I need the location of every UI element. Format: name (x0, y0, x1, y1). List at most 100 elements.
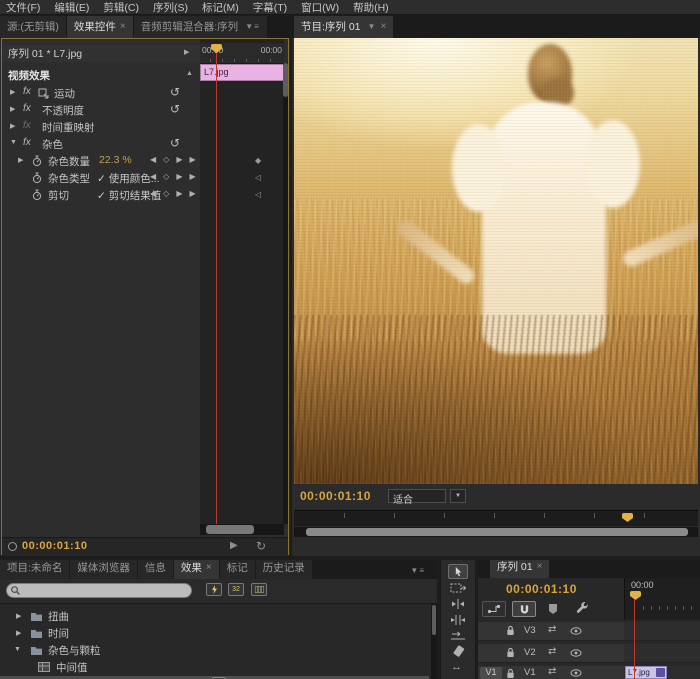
add-keyframe-button[interactable]: ◇ (163, 172, 169, 181)
next-keyframe-button[interactable]: ▶ (189, 155, 195, 164)
expander-icon[interactable]: ▼ (10, 139, 17, 146)
track-area-v1[interactable]: L7.jpg (624, 666, 700, 679)
marker-button[interactable] (548, 603, 558, 615)
loop-button[interactable]: ↻ (256, 539, 266, 553)
tab-info[interactable]: 信息 (138, 560, 173, 579)
panel-menu-icon[interactable]: ▼≡ (410, 566, 425, 575)
next-keyframe-button[interactable]: ▶ (189, 172, 195, 181)
keyframe-start-icon[interactable]: ◁ (255, 190, 261, 199)
nest-toggle-button[interactable] (482, 601, 506, 617)
badge-32bit[interactable]: 32 (228, 583, 244, 596)
reset-button[interactable]: ↺ (170, 85, 180, 99)
tool-track-select[interactable] (450, 582, 466, 594)
menu-sequence[interactable]: 序列(S) (153, 0, 188, 15)
tab-history[interactable]: 历史记录 (256, 560, 312, 579)
fit-dropdown-arrow[interactable]: ▼ (450, 489, 466, 503)
sync-lock-icon[interactable]: ⇄ (548, 624, 556, 635)
timeline-settings-button[interactable] (576, 602, 589, 615)
fit-dropdown[interactable]: 适合 (388, 489, 446, 503)
menu-help[interactable]: 帮助(H) (353, 0, 389, 15)
fx-badge[interactable]: fx (23, 86, 31, 97)
close-icon[interactable]: × (206, 562, 212, 573)
tool-slip[interactable]: ↔ (451, 661, 462, 673)
effect-row-opacity[interactable]: ▶ fx 不透明度 ↺ (2, 102, 200, 119)
tree-folder-noise-grain[interactable]: ▼ 杂色与颗粒 (0, 642, 429, 659)
sync-lock-icon[interactable]: ⇄ (548, 666, 556, 677)
tab-source-monitor[interactable]: 源:(无剪辑) (0, 16, 66, 38)
next-keyframe-button[interactable]: ▶ (176, 172, 182, 181)
prev-keyframe-button[interactable]: ◀ (150, 189, 156, 198)
expander-icon[interactable]: ▶ (18, 156, 23, 164)
menu-file[interactable]: 文件(F) (6, 0, 40, 15)
param-row-noise-type[interactable]: 杂色类型 ✓ 使用颜色... ◀ ◇ ▶ ▶ (2, 170, 200, 187)
tool-selection[interactable] (448, 564, 468, 579)
track-area-v3[interactable] (624, 622, 700, 641)
ec-clip-bar[interactable]: L7.jpg (200, 64, 284, 81)
program-ruler[interactable] (294, 510, 698, 526)
timeline-ruler[interactable]: 00:00 (624, 578, 700, 620)
effect-row-noise[interactable]: ▼ fx 杂色 ↺ (2, 136, 200, 153)
stopwatch-icon[interactable] (32, 189, 42, 201)
tab-media-browser[interactable]: 媒体浏览器 (70, 560, 137, 579)
clip-l7jpg[interactable]: L7.jpg (625, 666, 667, 679)
snap-button[interactable] (512, 601, 536, 617)
add-keyframe-button[interactable]: ◇ (163, 189, 169, 198)
lock-icon[interactable] (506, 647, 515, 658)
reset-button[interactable]: ↺ (170, 102, 180, 116)
close-icon[interactable]: × (537, 561, 543, 572)
tab-effects[interactable]: 效果× (174, 560, 219, 579)
keyframe-start-icon[interactable]: ◁ (255, 173, 261, 182)
accelerated-effects-badge[interactable] (206, 583, 222, 596)
program-video-frame[interactable] (294, 38, 698, 484)
effects-vscrollbar[interactable] (431, 603, 437, 679)
next-keyframe-button[interactable]: ▶ (189, 189, 195, 198)
fx-badge[interactable]: fx (23, 103, 31, 114)
close-icon[interactable]: × (380, 21, 386, 32)
play-button[interactable]: ▶ (230, 540, 238, 551)
expander-icon[interactable]: ▼ (14, 646, 21, 653)
stopwatch-icon[interactable] (32, 172, 42, 184)
track-name[interactable]: V1 (524, 667, 536, 678)
stopwatch-icon[interactable] (32, 155, 42, 167)
eye-icon[interactable] (570, 669, 582, 677)
timeline-playhead-line[interactable] (634, 600, 635, 679)
param-value[interactable]: 22.3 % (99, 154, 132, 166)
tree-folder-time[interactable]: ▶ 时间 (0, 625, 429, 642)
program-hscrollbar[interactable] (294, 527, 698, 537)
expander-icon[interactable]: ▶ (16, 629, 21, 637)
tab-markers[interactable]: 标记 (220, 560, 255, 579)
tab-dropdown-icon[interactable]: ▼ (368, 22, 377, 31)
tool-rate-stretch[interactable] (450, 630, 466, 642)
menu-title[interactable]: 字幕(T) (253, 0, 287, 15)
effect-row-time-remap[interactable]: ▶ fx 时间重映射 (2, 119, 200, 136)
menu-clip[interactable]: 剪辑(C) (103, 0, 139, 15)
tab-project[interactable]: 项目:未命名 (0, 560, 69, 579)
lock-icon[interactable] (506, 625, 515, 636)
ec-hscrollbar[interactable] (200, 524, 284, 535)
next-keyframe-button[interactable]: ▶ (176, 155, 182, 164)
lock-icon[interactable] (506, 668, 515, 679)
prev-keyframe-button[interactable]: ◀ (150, 172, 156, 181)
ec-mini-timeline[interactable]: 00:00 00:00 L7.jpg ◆ ◁ ◁ (200, 39, 284, 524)
expander-icon[interactable]: ▶ (10, 88, 15, 96)
tab-effect-controls[interactable]: 效果控件× (67, 16, 133, 38)
tab-audio-mixer[interactable]: 音频剪辑混合器:序列▼≡ (134, 16, 267, 38)
add-keyframe-button[interactable]: ◇ (163, 155, 169, 164)
keyframe-diamond-icon[interactable]: ◆ (255, 156, 261, 165)
collapse-icon[interactable]: ▲ (186, 70, 193, 77)
program-timecode[interactable]: 00:00:01:10 (300, 489, 371, 503)
eye-icon[interactable] (570, 649, 582, 657)
ec-vscrollbar[interactable] (283, 63, 288, 524)
tool-rolling-edit[interactable] (450, 614, 466, 626)
expander-icon[interactable]: ▶ (10, 105, 15, 113)
yuv-effects-badge[interactable] (251, 583, 267, 596)
track-name[interactable]: V2 (524, 647, 536, 658)
timeline-playhead-marker[interactable] (630, 591, 641, 600)
expander-icon[interactable]: ▶ (10, 122, 15, 130)
source-patch-v1[interactable]: V1 (480, 667, 502, 679)
track-area-v2[interactable] (624, 644, 700, 663)
next-keyframe-button[interactable]: ▶ (176, 189, 182, 198)
tree-folder-distort[interactable]: ▶ 扭曲 (0, 608, 429, 625)
effect-row-motion[interactable]: ▶ fx 运动 ↺ (2, 85, 200, 102)
ec-timecode[interactable]: 00:00:01:10 (22, 540, 87, 552)
